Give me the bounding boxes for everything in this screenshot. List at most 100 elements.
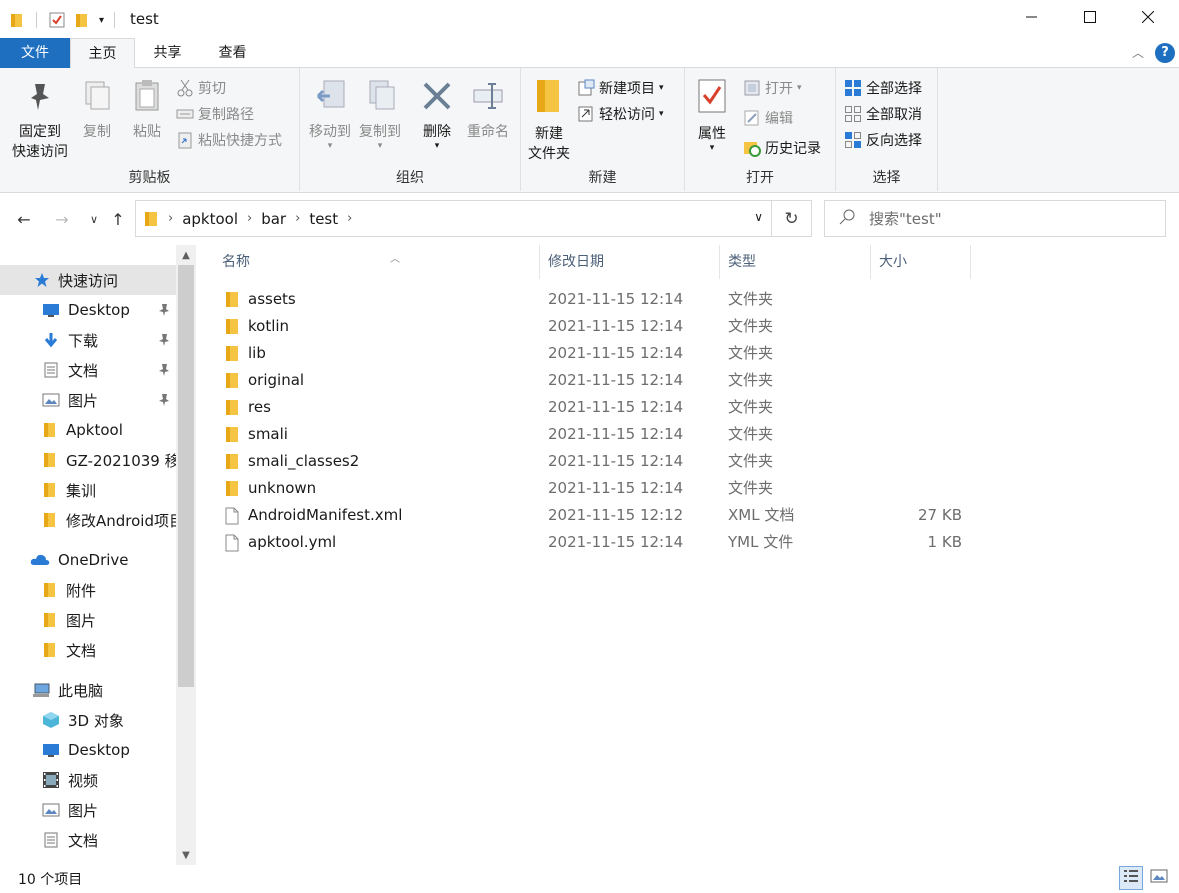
move-to-button[interactable]: 移动到 ▾: [306, 80, 354, 151]
breadcrumb-bar[interactable]: bar: [261, 210, 286, 228]
select-all-button[interactable]: 全部选择: [844, 76, 922, 100]
nav-item-pc-documents[interactable]: 文档: [0, 825, 176, 855]
folder-icon: [224, 480, 240, 498]
column-header-type[interactable]: 类型: [720, 245, 871, 279]
details-view-button[interactable]: [1119, 866, 1143, 890]
cut-button[interactable]: 剪切: [176, 76, 226, 100]
table-row[interactable]: smali_classes2 2021-11-15 12:14 文件夹: [220, 448, 980, 475]
close-button[interactable]: [1119, 0, 1177, 38]
column-header-name[interactable]: 名称 ︿: [214, 245, 540, 279]
maximize-button[interactable]: [1061, 0, 1119, 38]
recent-locations-button[interactable]: ∨: [82, 207, 106, 231]
nav-item-onedrive-pictures[interactable]: 图片: [0, 605, 176, 635]
file-name: kotlin: [248, 317, 290, 335]
paste-button[interactable]: 粘贴: [126, 80, 168, 142]
status-bar: 10 个项目: [0, 865, 1179, 893]
breadcrumb-apktool[interactable]: apktool: [182, 210, 238, 228]
nav-item-desktop[interactable]: Desktop: [0, 295, 176, 325]
tab-view[interactable]: 查看: [200, 38, 265, 68]
new-item-button[interactable]: 新建项目 ▾: [577, 76, 664, 100]
paste-shortcut-button[interactable]: 粘贴快捷方式: [176, 128, 282, 152]
nav-onedrive[interactable]: OneDrive: [0, 545, 176, 575]
tab-file[interactable]: 文件: [0, 38, 70, 68]
ribbon-tabs: 文件 主页 共享 查看 ︿ ?: [0, 38, 1179, 69]
nav-item-pc-pictures[interactable]: 图片: [0, 795, 176, 825]
scrollbar-thumb[interactable]: [178, 265, 194, 687]
nav-item-videos[interactable]: 视频: [0, 765, 176, 795]
help-icon[interactable]: ?: [1155, 43, 1175, 63]
breadcrumb-separator-icon[interactable]: ›: [295, 211, 300, 226]
collapse-ribbon-icon[interactable]: ︿: [1132, 44, 1144, 61]
properties-icon[interactable]: [49, 12, 65, 28]
tab-share[interactable]: 共享: [135, 38, 200, 68]
nav-item-training[interactable]: 集训: [0, 475, 176, 505]
refresh-button[interactable]: ↻: [772, 200, 812, 237]
table-row[interactable]: original 2021-11-15 12:14 文件夹: [220, 367, 980, 394]
copy-button[interactable]: 复制: [76, 80, 118, 142]
copy-to-button[interactable]: 复制到 ▾: [356, 80, 404, 151]
folder-icon[interactable]: [10, 12, 24, 28]
table-row[interactable]: lib 2021-11-15 12:14 文件夹: [220, 340, 980, 367]
chevron-down-icon: ∨: [89, 212, 99, 226]
invert-selection-button[interactable]: 反向选择: [844, 128, 922, 152]
breadcrumb-separator-icon[interactable]: ›: [247, 211, 252, 226]
properties-button[interactable]: 属性 ▾: [691, 78, 733, 153]
nav-item-3d-objects[interactable]: 3D 对象: [0, 705, 176, 735]
address-bar[interactable]: › apktool › bar › test › ∨: [135, 200, 772, 237]
minimize-button[interactable]: [1003, 0, 1061, 38]
nav-quick-access[interactable]: 快速访问: [0, 265, 176, 295]
open-button[interactable]: 打开 ▾: [743, 76, 802, 100]
table-row[interactable]: kotlin 2021-11-15 12:14 文件夹: [220, 313, 980, 340]
copy-path-button[interactable]: 复制路径: [176, 102, 254, 126]
open-group: 属性 ▾ 打开 ▾ 编辑 历史记录 打开: [685, 68, 836, 191]
customize-toolbar-icon[interactable]: ▾: [99, 15, 104, 26]
table-row[interactable]: unknown 2021-11-15 12:14 文件夹: [220, 475, 980, 502]
breadcrumb-test[interactable]: test: [309, 210, 338, 228]
nav-item-pictures[interactable]: 图片: [0, 385, 176, 415]
search-input[interactable]: 搜索"test": [824, 200, 1166, 237]
breadcrumb-separator-icon[interactable]: ›: [347, 211, 352, 226]
large-icons-view-button[interactable]: [1147, 866, 1171, 890]
table-row[interactable]: AndroidManifest.xml 2021-11-15 12:12 XML 文…: [220, 502, 980, 529]
nav-item-onedrive-documents[interactable]: 文档: [0, 635, 176, 665]
file-date: 2021-11-15 12:14: [548, 533, 684, 551]
close-icon: [1141, 10, 1155, 27]
computer-icon: [32, 682, 50, 698]
scroll-down-icon[interactable]: ▼: [176, 845, 196, 865]
delete-button[interactable]: 删除 ▾: [416, 80, 458, 151]
new-folder-button[interactable]: 新建 文件夹: [525, 78, 573, 164]
chevron-down-icon[interactable]: ∨: [754, 210, 763, 224]
tab-home[interactable]: 主页: [70, 38, 135, 69]
column-header-size[interactable]: 大小: [871, 245, 971, 279]
scroll-up-icon[interactable]: ▲: [176, 245, 196, 265]
nav-item-pc-desktop[interactable]: Desktop: [0, 735, 176, 765]
nav-item-attachments[interactable]: 附件: [0, 575, 176, 605]
back-button[interactable]: ←: [12, 207, 36, 231]
nav-item-modify-android[interactable]: 修改Android项目: [0, 505, 176, 535]
pin-quick-access-button[interactable]: 固定到 快速访问: [8, 80, 72, 162]
up-button[interactable]: ↑: [106, 207, 130, 231]
nav-item-gz-2021039[interactable]: GZ-2021039 移: [0, 445, 176, 475]
nav-pane-scrollbar[interactable]: ▲ ▼: [176, 245, 196, 865]
rename-button[interactable]: 重命名: [462, 80, 514, 142]
table-row[interactable]: apktool.yml 2021-11-15 12:14 YML 文件 1 KB: [220, 529, 980, 556]
nav-item-downloads[interactable]: 下载: [0, 325, 176, 355]
edit-button[interactable]: 编辑: [743, 106, 793, 130]
select-group-label: 选择: [872, 170, 901, 186]
easy-access-button[interactable]: 轻松访问 ▾: [577, 102, 664, 126]
folder-icon: [224, 345, 240, 363]
download-icon: [42, 332, 60, 348]
nav-item-apktool[interactable]: Apktool: [0, 415, 176, 445]
column-header-date[interactable]: 修改日期: [540, 245, 720, 279]
file-size: 27 KB: [918, 506, 962, 524]
history-button[interactable]: 历史记录: [743, 136, 821, 160]
table-row[interactable]: smali 2021-11-15 12:14 文件夹: [220, 421, 980, 448]
nav-this-pc[interactable]: 此电脑: [0, 675, 176, 705]
breadcrumb-separator-icon[interactable]: ›: [168, 211, 173, 226]
select-none-button[interactable]: 全部取消: [844, 102, 922, 126]
new-folder-icon[interactable]: [75, 12, 89, 28]
table-row[interactable]: assets 2021-11-15 12:14 文件夹: [220, 286, 980, 313]
nav-item-documents[interactable]: 文档: [0, 355, 176, 385]
forward-button[interactable]: →: [50, 207, 74, 231]
table-row[interactable]: res 2021-11-15 12:14 文件夹: [220, 394, 980, 421]
